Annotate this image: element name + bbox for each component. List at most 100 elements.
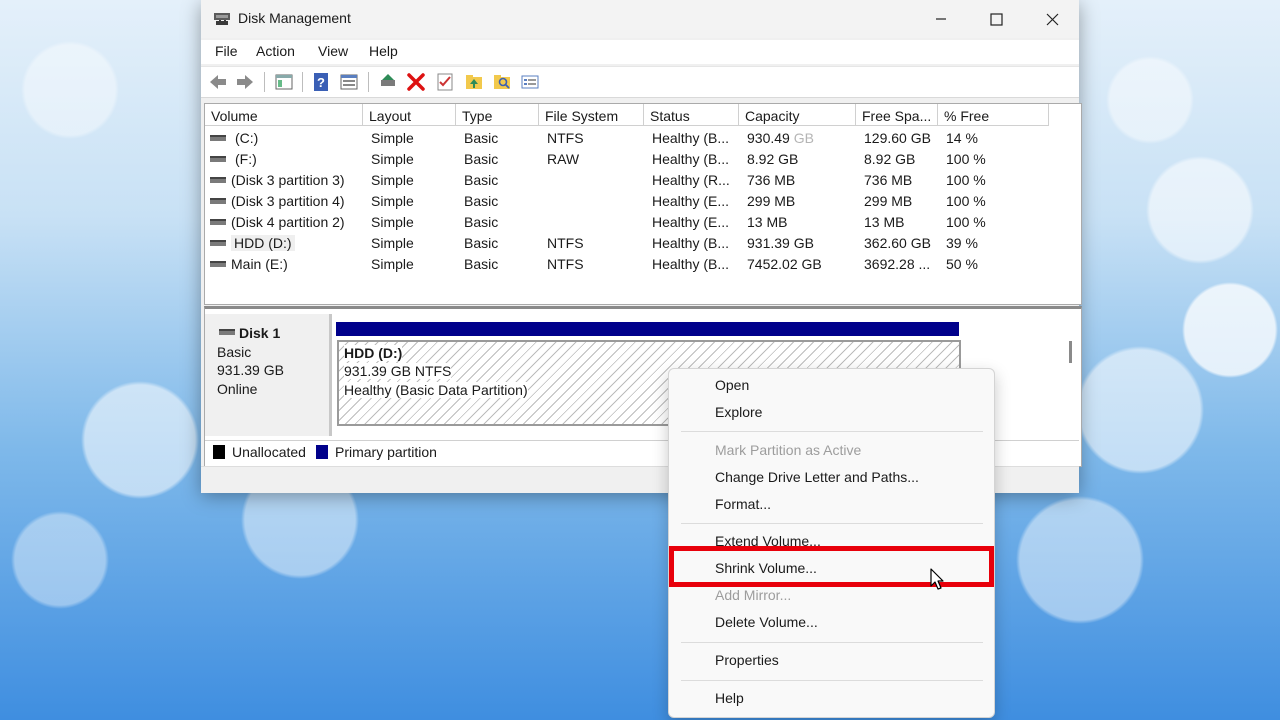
status-cell: Healthy (E...: [652, 214, 730, 230]
svg-text:?: ?: [317, 75, 325, 90]
toolbar: ?: [201, 66, 1079, 98]
layout-cell: Simple: [371, 172, 414, 188]
free-cell: 129.60 GB: [864, 130, 931, 146]
volume-icon: [210, 177, 226, 183]
connect-drive-icon[interactable]: [378, 72, 398, 92]
volume-name: (Disk 4 partition 2): [231, 214, 345, 230]
layout-cell: Simple: [371, 214, 414, 230]
table-row[interactable]: (Disk 3 partition 4) Simple Basic Health…: [205, 191, 1079, 212]
free-cell: 362.60 GB: [864, 235, 931, 251]
status-cell: Healthy (B...: [652, 130, 730, 146]
status-cell: Healthy (E...: [652, 193, 730, 209]
primary-swatch: [316, 445, 328, 459]
free-cell: 736 MB: [864, 172, 913, 188]
pct-cell: 50 %: [946, 256, 978, 272]
partition-label: HDD (D:): [344, 345, 403, 361]
folder-search-icon[interactable]: [492, 72, 512, 92]
free-cell: 3692.28 ...: [864, 256, 931, 272]
table-row[interactable]: (Disk 4 partition 2) Simple Basic Health…: [205, 212, 1079, 233]
capacity-cell: 13 MB: [747, 214, 788, 230]
menu-file[interactable]: File: [215, 43, 238, 59]
menu-add-mirror[interactable]: Add Mirror...: [715, 587, 791, 603]
close-button[interactable]: [1024, 0, 1080, 38]
mouse-cursor-icon: [930, 568, 944, 590]
status-cell: Healthy (B...: [652, 235, 730, 251]
layout-cell: Simple: [371, 151, 414, 167]
menu-format[interactable]: Format...: [715, 496, 771, 512]
fs-cell: NTFS: [547, 130, 584, 146]
menu-explore[interactable]: Explore: [715, 404, 762, 420]
type-cell: Basic: [464, 193, 499, 209]
menu-separator: [681, 642, 983, 643]
folder-up-icon[interactable]: [464, 72, 484, 92]
pct-cell: 100 %: [946, 172, 986, 188]
menu-view[interactable]: View: [318, 43, 348, 59]
type-cell: Basic: [464, 235, 499, 251]
table-row[interactable]: (Disk 3 partition 3) Simple Basic Health…: [205, 170, 1079, 191]
menu-open[interactable]: Open: [715, 377, 749, 393]
table-row[interactable]: Main (E:) Simple Basic NTFS Healthy (B..…: [205, 254, 1079, 275]
disk-info-panel[interactable]: Disk 1 Basic 931.39 GB Online: [205, 314, 332, 436]
menu-mark-active[interactable]: Mark Partition as Active: [715, 442, 861, 458]
menu-delete-volume[interactable]: Delete Volume...: [715, 614, 818, 630]
menu-action[interactable]: Action: [256, 43, 295, 59]
menu-properties[interactable]: Properties: [715, 652, 779, 668]
volume-list[interactable]: Volume Layout Type File System Status Ca…: [204, 103, 1082, 305]
pct-cell: 100 %: [946, 193, 986, 209]
pct-cell: 39 %: [946, 235, 978, 251]
menu-help-item[interactable]: Help: [715, 690, 744, 706]
menu-help[interactable]: Help: [369, 43, 398, 59]
menu-separator: [681, 431, 983, 432]
checklist-icon[interactable]: [435, 72, 455, 92]
legend-primary: Primary partition: [335, 444, 437, 460]
volume-name: Main (E:): [231, 256, 288, 272]
window-title: Disk Management: [238, 10, 351, 26]
maximize-button[interactable]: [968, 0, 1024, 38]
table-row[interactable]: (F:) Simple Basic RAW Healthy (B... 8.92…: [205, 149, 1079, 170]
unallocated-swatch: [213, 445, 225, 459]
disk-icon: [219, 329, 235, 335]
delete-icon[interactable]: [406, 72, 426, 92]
table-row[interactable]: HDD (D:) Simple Basic NTFS Healthy (B...…: [205, 233, 1079, 254]
column-layout[interactable]: Layout: [363, 104, 456, 126]
column-file-system[interactable]: File System: [539, 104, 644, 126]
type-cell: Basic: [464, 214, 499, 230]
fs-cell: RAW: [547, 151, 580, 167]
console-tree-icon[interactable]: [274, 72, 294, 92]
table-row[interactable]: (C:) Simple Basic NTFS Healthy (B... 930…: [205, 128, 1079, 149]
volume-name: (Disk 3 partition 4): [231, 193, 345, 209]
fs-cell: NTFS: [547, 256, 584, 272]
volume-icon: [210, 219, 226, 225]
vertical-scrollbar[interactable]: [1069, 341, 1072, 363]
title-bar[interactable]: Disk Management: [201, 0, 1079, 38]
forward-arrow-icon[interactable]: [235, 72, 255, 92]
fs-cell: NTFS: [547, 235, 584, 251]
column-volume[interactable]: Volume: [205, 104, 363, 126]
volume-name: (C:): [235, 130, 259, 146]
volume-icon: [210, 261, 226, 267]
partition-size-fs: 931.39 GB NTFS: [344, 363, 452, 379]
disk-state: Online: [217, 381, 258, 397]
column-status[interactable]: Status: [644, 104, 739, 126]
volume-name: (Disk 3 partition 3): [231, 172, 345, 188]
column-type[interactable]: Type: [456, 104, 539, 126]
menu-bar: File Action View Help: [201, 40, 1079, 64]
properties-icon[interactable]: [339, 72, 359, 92]
settings-list-icon[interactable]: [520, 72, 540, 92]
column-capacity[interactable]: Capacity: [739, 104, 856, 126]
menu-separator: [681, 523, 983, 524]
status-cell: Healthy (R...: [652, 172, 730, 188]
column-percent-free[interactable]: % Free: [938, 104, 1049, 126]
capacity-cell: 7452.02 GB: [747, 256, 822, 272]
back-arrow-icon[interactable]: [208, 72, 228, 92]
layout-cell: Simple: [371, 130, 414, 146]
column-free-space[interactable]: Free Spa...: [856, 104, 938, 126]
help-icon[interactable]: ?: [311, 72, 331, 92]
disk-management-icon: [214, 13, 230, 25]
minimize-button[interactable]: [913, 0, 969, 38]
volume-name: HDD (D:): [231, 235, 295, 251]
volume-icon: [210, 198, 226, 204]
menu-change-drive-letter[interactable]: Change Drive Letter and Paths...: [715, 469, 919, 485]
pct-cell: 100 %: [946, 151, 986, 167]
free-cell: 8.92 GB: [864, 151, 916, 167]
